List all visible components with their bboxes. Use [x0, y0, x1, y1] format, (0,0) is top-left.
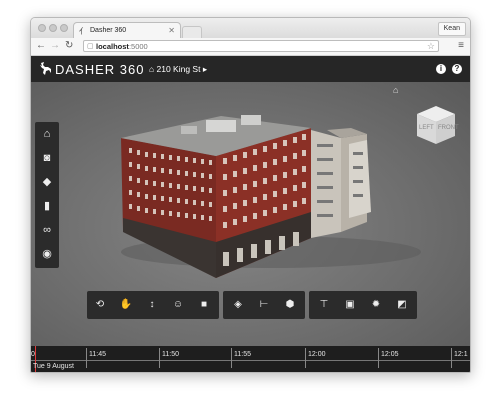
url-port: :5000 — [128, 42, 148, 51]
timeline-tick — [231, 348, 232, 368]
section-icon[interactable]: ◈ — [225, 291, 251, 319]
pan-hand-icon[interactable]: ✋ — [113, 291, 139, 319]
deer-icon: ⺅ — [79, 27, 87, 36]
bookmark-star-icon[interactable]: ☆ — [427, 40, 435, 52]
fullscreen-icon[interactable]: ◩ — [389, 291, 415, 319]
timeline-label: 12:05 — [381, 351, 399, 358]
tag-icon[interactable]: ◆ — [35, 170, 59, 194]
breadcrumb-location: 210 King St — [156, 64, 201, 74]
timeline-tick — [378, 348, 379, 368]
forward-icon[interactable]: → — [50, 40, 60, 52]
timeline-label: 11:55 — [234, 351, 251, 358]
timeline-tick — [451, 348, 452, 368]
browser-window: ⺅ Dasher 360 ✕ Kean ← → ↻ ▢ localhost:50… — [30, 17, 471, 373]
model-browser-icon[interactable]: ⊤ — [311, 291, 337, 319]
deer-logo-icon — [37, 61, 53, 82]
explode-icon[interactable]: ⬢ — [277, 291, 303, 319]
timeline-label: 11:50 — [162, 351, 179, 358]
caret-right-icon: ▸ — [202, 64, 208, 74]
url-host: localhost — [96, 42, 129, 51]
viewcube[interactable]: LEFT FRONT — [415, 104, 459, 146]
close-window-icon[interactable] — [38, 24, 46, 32]
timeline-axis — [31, 360, 470, 361]
browser-titlebar: ⺅ Dasher 360 ✕ Kean — [31, 18, 470, 38]
timeline-tick — [305, 348, 306, 368]
zoom-icon[interactable]: ↕ — [139, 291, 165, 319]
timeline-date: Tue 9 August — [33, 363, 74, 370]
breadcrumb[interactable]: ⌂ 210 King St ▸ — [149, 64, 207, 75]
settings-tools: ⊤ ▣ ✹ ◩ — [309, 291, 417, 319]
navigation-tools: ⟲ ✋ ↕ ☺ ■ — [87, 291, 219, 319]
walk-icon[interactable]: ☺ — [165, 291, 191, 319]
app-header: DASHER 360 ⌂ 210 King St ▸ i ? — [31, 56, 470, 82]
home-icon[interactable]: ⌂ — [35, 122, 59, 146]
dashboard-icon[interactable]: ◙ — [35, 146, 59, 170]
user-profile-button[interactable]: Kean — [437, 22, 466, 36]
camera-icon[interactable]: ■ — [191, 291, 217, 319]
new-tab-button[interactable] — [182, 26, 202, 38]
3d-viewport[interactable]: ⌂ LEFT FRONT ⌂ ◙ ◆ ▮ ∞ ◉ ⟲ ✋ ↕ ☺ ■ ◈ ⊢ ⬢… — [31, 82, 470, 346]
browser-toolbar: ← → ↻ ▢ localhost:5000 ☆ ≡ — [31, 38, 470, 56]
timeline-label: 12:00 — [308, 351, 326, 358]
zoom-window-icon[interactable] — [60, 24, 68, 32]
tab-title: Dasher 360 — [90, 27, 127, 34]
page-icon: ▢ — [87, 43, 94, 50]
eye-icon[interactable]: ◉ — [35, 242, 59, 266]
viewcube-front-label[interactable]: FRONT — [438, 125, 459, 131]
home-icon: ⌂ — [149, 64, 155, 74]
orbit-icon[interactable]: ⟲ — [87, 291, 113, 319]
reload-icon[interactable]: ↻ — [65, 40, 73, 52]
timeline-tick — [86, 348, 87, 368]
browser-tab[interactable]: ⺅ Dasher 360 ✕ — [73, 22, 181, 38]
properties-icon[interactable]: ▣ — [337, 291, 363, 319]
glasses-icon[interactable]: ∞ — [35, 218, 59, 242]
address-bar[interactable]: ▢ localhost:5000 ☆ — [83, 40, 439, 52]
viewcube-left-label[interactable]: LEFT — [419, 125, 434, 131]
timeline[interactable]: 0 11:45 11:50 11:55 12:00 12:05 12:1 Tue… — [31, 346, 470, 372]
viewcube-home-icon[interactable]: ⌂ — [393, 85, 398, 95]
back-icon[interactable]: ← — [36, 40, 46, 52]
app-title: DASHER 360 — [55, 62, 145, 77]
minimize-window-icon[interactable] — [49, 24, 57, 32]
settings-icon[interactable]: ✹ — [363, 291, 389, 319]
measure-icon[interactable]: ⊢ — [251, 291, 277, 319]
timeline-label: 11:45 — [89, 351, 106, 358]
model-tools: ◈ ⊢ ⬢ — [223, 291, 305, 319]
tab-close-icon[interactable]: ✕ — [168, 26, 175, 35]
timeline-tick — [159, 348, 160, 368]
app: DASHER 360 ⌂ 210 King St ▸ i ? ⌂ LEFT FR… — [31, 56, 470, 372]
help-icon[interactable]: ? — [452, 64, 462, 74]
browser-menu-icon[interactable]: ≡ — [458, 41, 464, 51]
left-toolbar: ⌂ ◙ ◆ ▮ ∞ ◉ — [35, 122, 59, 268]
info-icon[interactable]: i — [436, 64, 446, 74]
bar-chart-icon[interactable]: ▮ — [35, 194, 59, 218]
timeline-label: 12:1 — [454, 351, 468, 358]
